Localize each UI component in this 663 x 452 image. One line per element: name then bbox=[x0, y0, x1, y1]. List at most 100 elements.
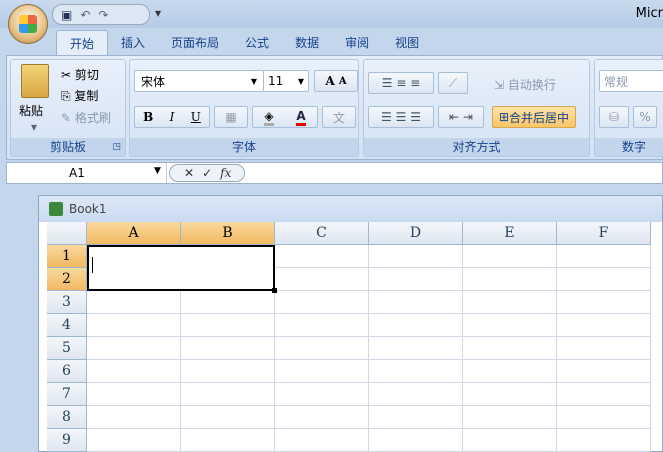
cell-B9[interactable] bbox=[181, 429, 275, 452]
column-header-C[interactable]: C bbox=[275, 222, 369, 245]
wrap-text-button[interactable]: ⇲ 自动换行 bbox=[494, 76, 556, 93]
row-header-7[interactable]: 7 bbox=[47, 383, 87, 406]
cell-B5[interactable] bbox=[181, 337, 275, 360]
borders-button[interactable]: ▦ bbox=[214, 106, 248, 128]
font-name-select[interactable]: 宋体 ▼ bbox=[134, 70, 264, 92]
cell-C2[interactable] bbox=[275, 268, 369, 291]
tab-view[interactable]: 视图 bbox=[382, 30, 432, 56]
underline-button[interactable]: U bbox=[191, 110, 201, 124]
cell-C7[interactable] bbox=[275, 383, 369, 406]
vertical-align-buttons[interactable]: ☰ ≡ ≡ bbox=[368, 72, 434, 94]
indent-buttons[interactable]: ⇤ ⇥ bbox=[438, 106, 484, 128]
cell-F7[interactable] bbox=[557, 383, 651, 406]
copy-button[interactable]: ⎘ 复制 bbox=[61, 87, 98, 104]
cell-B8[interactable] bbox=[181, 406, 275, 429]
cell-F2[interactable] bbox=[557, 268, 651, 291]
cell-F1[interactable] bbox=[557, 245, 651, 268]
format-painter-button[interactable]: ✎ 格式刷 bbox=[61, 109, 111, 126]
row-header-4[interactable]: 4 bbox=[47, 314, 87, 337]
merged-cell-selected[interactable] bbox=[87, 245, 277, 293]
font-size-select[interactable]: 11 ▼ bbox=[263, 70, 309, 92]
cell-A9[interactable] bbox=[87, 429, 181, 452]
cell-F4[interactable] bbox=[557, 314, 651, 337]
column-header-F[interactable]: F bbox=[557, 222, 651, 245]
cancel-icon[interactable]: ✕ bbox=[184, 166, 194, 180]
enter-icon[interactable]: ✓ bbox=[202, 166, 212, 180]
tab-page-layout[interactable]: 页面布局 bbox=[158, 30, 232, 56]
cell-F6[interactable] bbox=[557, 360, 651, 383]
italic-button[interactable]: I bbox=[170, 110, 175, 124]
fill-color-icon[interactable]: ◈ bbox=[264, 109, 274, 126]
cell-E7[interactable] bbox=[463, 383, 557, 406]
customize-qat-icon[interactable]: ▾ bbox=[155, 6, 161, 20]
merge-center-button[interactable]: ⊞ 合并后居中 bbox=[492, 106, 576, 128]
cell-D8[interactable] bbox=[369, 406, 463, 429]
tab-formulas[interactable]: 公式 bbox=[232, 30, 282, 56]
tab-data[interactable]: 数据 bbox=[282, 30, 332, 56]
cell-E2[interactable] bbox=[463, 268, 557, 291]
cell-D9[interactable] bbox=[369, 429, 463, 452]
cell-B7[interactable] bbox=[181, 383, 275, 406]
cell-E8[interactable] bbox=[463, 406, 557, 429]
row-header-6[interactable]: 6 bbox=[47, 360, 87, 383]
phonetic-button[interactable]: 文 bbox=[322, 106, 356, 128]
fill-handle[interactable] bbox=[272, 288, 277, 293]
bold-button[interactable]: B bbox=[143, 110, 153, 124]
cell-D1[interactable] bbox=[369, 245, 463, 268]
row-header-8[interactable]: 8 bbox=[47, 406, 87, 429]
cell-B6[interactable] bbox=[181, 360, 275, 383]
cell-C8[interactable] bbox=[275, 406, 369, 429]
shrink-font-button[interactable]: A bbox=[339, 76, 347, 87]
row-header-1[interactable]: 1 bbox=[47, 245, 87, 268]
column-header-D[interactable]: D bbox=[369, 222, 463, 245]
cell-D5[interactable] bbox=[369, 337, 463, 360]
row-header-5[interactable]: 5 bbox=[47, 337, 87, 360]
paste-icon[interactable] bbox=[21, 64, 49, 98]
number-format-select[interactable]: 常规 bbox=[599, 70, 663, 92]
cell-E9[interactable] bbox=[463, 429, 557, 452]
column-header-A[interactable]: A bbox=[87, 222, 181, 245]
cell-F9[interactable] bbox=[557, 429, 651, 452]
cell-A3[interactable] bbox=[87, 291, 181, 314]
row-header-3[interactable]: 3 bbox=[47, 291, 87, 314]
dialog-launcher-icon[interactable]: ◳ bbox=[112, 138, 121, 156]
tab-insert[interactable]: 插入 bbox=[108, 30, 158, 56]
redo-icon[interactable]: ↷ bbox=[98, 8, 108, 22]
office-button[interactable] bbox=[8, 4, 48, 44]
cell-A5[interactable] bbox=[87, 337, 181, 360]
cell-E1[interactable] bbox=[463, 245, 557, 268]
font-color-button[interactable]: A bbox=[296, 109, 306, 126]
cell-A8[interactable] bbox=[87, 406, 181, 429]
cell-D4[interactable] bbox=[369, 314, 463, 337]
cell-B3[interactable] bbox=[181, 291, 275, 314]
tab-review[interactable]: 审阅 bbox=[332, 30, 382, 56]
cell-A4[interactable] bbox=[87, 314, 181, 337]
cell-C3[interactable] bbox=[275, 291, 369, 314]
formula-input[interactable] bbox=[247, 163, 657, 183]
cut-button[interactable]: ✂ 剪切 bbox=[61, 66, 99, 83]
cell-E5[interactable] bbox=[463, 337, 557, 360]
cell-E3[interactable] bbox=[463, 291, 557, 314]
cell-E6[interactable] bbox=[463, 360, 557, 383]
row-header-2[interactable]: 2 bbox=[47, 268, 87, 291]
cell-C4[interactable] bbox=[275, 314, 369, 337]
select-all-button[interactable] bbox=[47, 222, 87, 245]
insert-function-icon[interactable]: fx bbox=[220, 166, 231, 180]
cell-D2[interactable] bbox=[369, 268, 463, 291]
save-icon[interactable]: ▣ bbox=[61, 8, 72, 22]
name-box-dropdown-icon[interactable]: ▼ bbox=[154, 166, 161, 176]
cell-C1[interactable] bbox=[275, 245, 369, 268]
currency-button[interactable]: ⛁ bbox=[599, 106, 629, 128]
horizontal-align-buttons[interactable]: ☰ ☰ ☰ bbox=[368, 106, 434, 128]
column-header-B[interactable]: B bbox=[181, 222, 275, 245]
cell-F8[interactable] bbox=[557, 406, 651, 429]
row-header-9[interactable]: 9 bbox=[47, 429, 87, 452]
cell-F3[interactable] bbox=[557, 291, 651, 314]
cell-D6[interactable] bbox=[369, 360, 463, 383]
percent-button[interactable]: % bbox=[633, 106, 657, 128]
cell-A7[interactable] bbox=[87, 383, 181, 406]
name-box[interactable]: A1 bbox=[7, 163, 167, 183]
column-header-E[interactable]: E bbox=[463, 222, 557, 245]
paste-button[interactable]: 粘贴 bbox=[19, 102, 43, 119]
font-size-buttons[interactable]: A A bbox=[314, 70, 358, 92]
